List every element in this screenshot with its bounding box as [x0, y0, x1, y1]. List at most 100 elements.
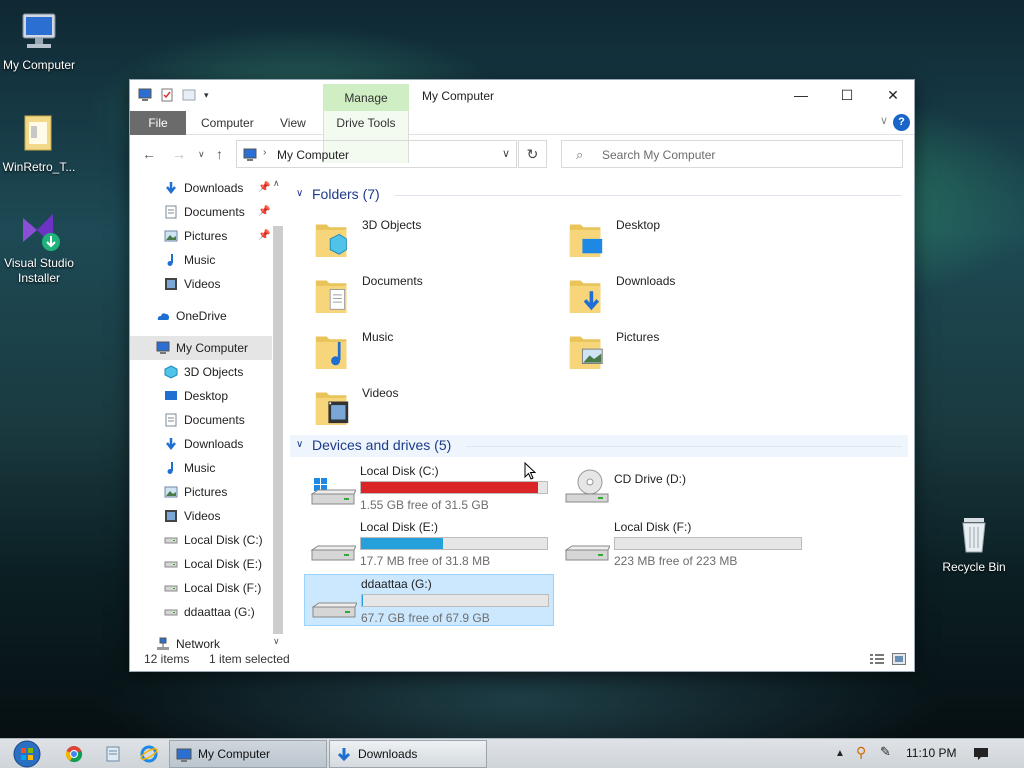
sidebar-item[interactable]: Videos: [130, 504, 272, 528]
explorer-window: ▾ Manage My Computer — ☐ ✕ File Computer…: [129, 79, 915, 672]
clock[interactable]: 11:10 PM: [906, 746, 956, 760]
folder-item[interactable]: Documents: [290, 270, 520, 320]
sidebar-item[interactable]: OneDrive: [130, 304, 272, 328]
large-icons-view-icon[interactable]: [892, 653, 906, 665]
tab-computer[interactable]: Computer: [191, 111, 264, 135]
sidebar-item[interactable]: Desktop: [130, 384, 272, 408]
maximize-button[interactable]: ☐: [824, 80, 870, 110]
details-view-icon[interactable]: [870, 653, 884, 665]
sidebar-item[interactable]: Downloads 📌: [130, 176, 272, 200]
pin-icon: 📌: [258, 182, 271, 193]
scroll-thumb[interactable]: [273, 226, 283, 634]
address-text: My Computer: [277, 148, 350, 162]
sidebar-item[interactable]: Pictures: [130, 480, 272, 504]
address-bar[interactable]: › My Computer ∨: [236, 140, 517, 168]
drive-item[interactable]: ddaattaa (G:) 67.7 GB free of 67.9 GB: [304, 574, 554, 626]
drive-item[interactable]: CD Drive (D:): [558, 462, 808, 514]
sidebar-item[interactable]: 3D Objects: [130, 360, 272, 384]
sidebar-item[interactable]: Pictures 📌: [130, 224, 272, 248]
drive-item[interactable]: Local Disk (C:) 1.55 GB free of 31.5 GB: [304, 462, 554, 514]
search-tray-icon[interactable]: ⚲: [856, 744, 866, 761]
sidebar-item[interactable]: Local Disk (C:): [130, 528, 272, 552]
pictures-icon: [164, 486, 178, 498]
sidebar-item-label: Videos: [184, 277, 221, 291]
folder-item[interactable]: Videos: [290, 382, 520, 432]
sidebar-item[interactable]: ddaattaa (G:): [130, 600, 272, 624]
folder-item[interactable]: Desktop: [544, 214, 774, 264]
action-center-icon[interactable]: [973, 746, 989, 762]
show-hidden-icons-icon[interactable]: ▲: [835, 748, 845, 759]
folder-item[interactable]: Downloads: [544, 270, 774, 320]
3d-objects-icon: [164, 365, 178, 379]
downloads-icon: [166, 438, 176, 451]
start-button[interactable]: [10, 739, 44, 768]
address-dropdown-icon[interactable]: ∨: [502, 147, 510, 160]
desktop-icon-winretro[interactable]: WinRetro_T...: [0, 112, 81, 175]
sidebar-item-label: OneDrive: [176, 309, 227, 323]
sidebar-item[interactable]: My Computer: [130, 336, 272, 360]
sidebar-item[interactable]: Videos: [130, 272, 272, 296]
drive-name: Local Disk (C:): [360, 464, 439, 478]
taskbar: My Computer Downloads ▲ ⚲ ✎ 11:10 PM: [0, 738, 1024, 768]
sidebar-item[interactable]: Local Disk (F:): [130, 576, 272, 600]
folder-icon: [315, 392, 349, 425]
sidebar-item-label: Downloads: [184, 437, 244, 451]
folder-item[interactable]: Music: [290, 326, 520, 376]
sidebar-item[interactable]: Music: [130, 248, 272, 272]
documents-icon: [165, 205, 177, 219]
up-icon[interactable]: ↑: [216, 146, 223, 162]
desktop-icon-my-computer[interactable]: My Computer: [0, 10, 81, 73]
refresh-button[interactable]: ↻: [518, 140, 547, 168]
folders-group-header[interactable]: ∨ Folders (7): [290, 184, 908, 206]
sidebar-item[interactable]: Documents 📌: [130, 200, 272, 224]
drive-usage-bar: [360, 481, 548, 494]
properties-icon[interactable]: [160, 88, 174, 102]
forward-icon[interactable]: →: [172, 146, 186, 162]
tab-manage[interactable]: Manage: [323, 84, 409, 111]
minimize-button[interactable]: —: [778, 80, 824, 110]
collapse-icon[interactable]: ∨: [296, 439, 303, 450]
breadcrumb-separator-icon[interactable]: ›: [263, 147, 266, 158]
sidebar-item[interactable]: Local Disk (E:): [130, 552, 272, 576]
close-button[interactable]: ✕: [870, 80, 916, 110]
navigation-pane-scrollbar[interactable]: ∧ ∨: [271, 176, 285, 646]
drive-usage-fill: [362, 595, 363, 606]
back-icon[interactable]: ←: [142, 146, 156, 162]
recent-locations-icon[interactable]: ∨: [198, 149, 205, 160]
sidebar-item[interactable]: Downloads: [130, 432, 272, 456]
folder-name: Music: [362, 330, 394, 344]
collapse-icon[interactable]: ∨: [296, 188, 303, 199]
status-bar: 12 items 1 item selected: [130, 649, 914, 671]
sidebar-item-label: Videos: [184, 509, 221, 523]
drive-item[interactable]: Local Disk (E:) 17.7 MB free of 31.8 MB: [304, 518, 554, 570]
desktop-icon-recycle-bin[interactable]: Recycle Bin: [932, 512, 1016, 575]
search-input[interactable]: ⌕ Search My Computer: [561, 140, 903, 168]
help-icon[interactable]: ?: [893, 114, 910, 131]
folder-item[interactable]: Pictures: [544, 326, 774, 376]
tab-file[interactable]: File: [130, 111, 186, 135]
drive-icon: [164, 609, 178, 616]
taskbar-item-my-computer[interactable]: My Computer: [169, 740, 327, 768]
qat-dropdown-icon[interactable]: ▾: [204, 90, 209, 101]
folder-item[interactable]: 3D Objects: [290, 214, 520, 264]
taskbar-item-downloads[interactable]: Downloads: [329, 740, 487, 768]
sidebar-item[interactable]: Music: [130, 456, 272, 480]
folder-icon: [315, 224, 347, 257]
desktop-icon-visual-studio-installer[interactable]: Visual Studio Installer: [0, 208, 81, 286]
folder-icon: [569, 336, 603, 369]
notepad-icon[interactable]: [104, 745, 122, 763]
folder-name: Pictures: [616, 330, 660, 344]
title-bar[interactable]: ▾ Manage My Computer — ☐ ✕: [130, 80, 914, 111]
internet-explorer-icon[interactable]: [140, 745, 158, 763]
sidebar-item[interactable]: Documents: [130, 408, 272, 432]
scroll-down-icon[interactable]: ∨: [273, 636, 280, 647]
drives-group-header[interactable]: ∨ Devices and drives (5): [290, 435, 908, 457]
drive-item[interactable]: Local Disk (F:) 223 MB free of 223 MB: [558, 518, 808, 570]
new-folder-icon[interactable]: [182, 88, 196, 102]
pen-tray-icon[interactable]: ✎: [880, 744, 891, 760]
scroll-up-icon[interactable]: ∧: [273, 178, 280, 189]
tab-view[interactable]: View: [270, 111, 316, 135]
expand-ribbon-icon[interactable]: ∨: [880, 114, 888, 127]
sidebar-item-label: Local Disk (C:): [184, 533, 263, 547]
chrome-icon[interactable]: [65, 745, 83, 763]
